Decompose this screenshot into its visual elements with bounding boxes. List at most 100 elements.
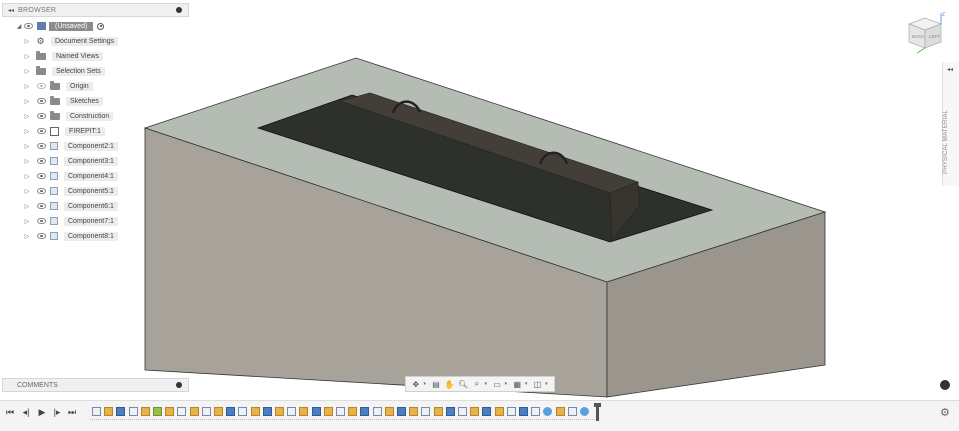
timeline-feature-icon[interactable] [153,407,162,416]
physical-material-panel[interactable]: ◂◂ PHYSICAL MATERIAL [942,62,959,186]
expand-right-icon[interactable]: ▷ [22,218,32,225]
zoom-window-icon[interactable]: ⌕ [471,379,483,389]
tree-item[interactable]: ▷ Named Views [22,50,104,62]
eye-icon[interactable] [37,233,46,239]
chat-bubble-icon[interactable] [940,380,950,390]
timeline-feature-icon[interactable] [384,407,394,416]
tree-item[interactable]: ▷ Selection Sets [22,65,105,77]
browser-panel-header[interactable]: ◂◂ BROWSER [2,3,189,17]
eye-icon[interactable] [37,98,46,104]
eye-icon[interactable] [37,113,46,119]
play-icon[interactable]: ▶ [37,407,47,417]
pan-icon[interactable]: ✋ [444,379,456,389]
timeline-feature-icon[interactable] [238,407,248,416]
timeline-feature-icon[interactable] [262,407,272,416]
eye-icon[interactable] [37,158,46,164]
eye-icon[interactable] [37,143,46,149]
timeline-feature-icon[interactable] [189,407,199,416]
go-to-start-icon[interactable]: ⏮ [5,407,15,417]
orbit-icon[interactable]: ✥ [410,379,422,389]
timeline-feature-icon[interactable] [543,407,553,416]
tree-item[interactable]: ▷ Component4:1 [22,170,118,182]
timeline-feature-icon[interactable] [421,407,431,416]
tree-item[interactable]: ▷ Component5:1 [22,185,118,197]
eye-icon[interactable] [37,188,46,194]
eye-icon[interactable] [37,173,46,179]
timeline-feature-icon[interactable] [250,407,260,416]
expand-right-icon[interactable]: ▷ [22,158,32,165]
panel-pin-icon[interactable] [176,7,182,13]
timeline-feature-icon[interactable] [201,407,211,416]
timeline-feature-icon[interactable] [348,407,358,416]
viewports-icon[interactable]: ◫ [532,379,544,389]
display-settings-icon[interactable]: ▭ [491,379,503,389]
model-scene[interactable] [0,0,959,400]
expand-down-icon[interactable]: ◢ [14,23,24,30]
expand-right-icon[interactable]: ▷ [22,128,32,135]
zoom-icon[interactable]: 🔍︎ [457,379,469,389]
tree-item[interactable]: ▷ Component6:1 [22,200,118,212]
timeline-feature-icon[interactable] [165,407,175,416]
timeline-feature-icon[interactable] [311,407,321,416]
expand-right-icon[interactable]: ▷ [22,98,32,105]
grid-icon[interactable]: ▦ [511,379,523,389]
canvas-viewport[interactable] [0,0,959,400]
tree-item[interactable]: ▷ ⚙ Document Settings [22,35,119,47]
expand-right-icon[interactable]: ▷ [22,38,32,45]
tree-item[interactable]: ▷ Component2:1 [22,140,118,152]
tree-item[interactable]: ▷ Component7:1 [22,215,118,227]
timeline-feature-icon[interactable] [409,407,419,416]
timeline-feature-icon[interactable] [494,407,504,416]
eye-icon[interactable] [37,128,46,134]
tree-item[interactable]: ▷ FIREPIT:1 [22,125,105,137]
timeline-feature-icon[interactable] [531,407,541,416]
tree-root[interactable]: ◢ (Unsaved) [14,20,105,32]
expand-right-icon[interactable]: ▷ [22,68,32,75]
step-back-icon[interactable]: ◂| [21,407,31,417]
expand-right-icon[interactable]: ▷ [22,53,32,60]
chevron-down-icon[interactable]: ▾ [423,381,428,387]
eye-icon[interactable] [37,203,46,209]
viewcube[interactable]: BACK LEFT Z [903,10,947,54]
go-to-end-icon[interactable]: ⏭ [67,407,77,417]
chevron-down-icon[interactable]: ▾ [545,381,550,387]
timeline-feature-icon[interactable] [580,407,589,416]
timeline-track[interactable] [90,419,595,422]
timeline-feature-icon[interactable] [177,407,187,416]
tree-item[interactable]: ▷ Origin [22,80,93,92]
timeline-feature-icon[interactable] [433,407,443,416]
timeline-marker[interactable] [594,403,601,421]
comments-panel[interactable]: COMMENTS [2,378,189,392]
activate-radio-icon[interactable] [97,22,105,30]
tree-item[interactable]: ▷ Component8:1 [22,230,118,242]
timeline-feature-icon[interactable] [555,407,565,416]
timeline-feature-icon[interactable] [226,407,236,416]
expand-right-icon[interactable]: ▷ [22,173,32,180]
timeline-feature-icon[interactable] [470,407,480,416]
chevron-down-icon[interactable]: ▾ [505,381,510,387]
timeline-feature-icon[interactable] [445,407,455,416]
step-forward-icon[interactable]: |▸ [52,407,62,417]
timeline-feature-icon[interactable] [287,407,297,416]
gear-icon[interactable]: ⚙ [940,406,950,419]
timeline-feature-icon[interactable] [567,407,577,416]
expand-right-icon[interactable]: ▷ [22,113,32,120]
tree-item[interactable]: ▷ Component3:1 [22,155,118,167]
comments-add-icon[interactable] [176,382,182,388]
timeline-feature-icon[interactable] [275,407,284,416]
tree-item[interactable]: ▷ Sketches [22,95,103,107]
timeline-feature-icon[interactable] [372,407,382,416]
timeline-feature-icon[interactable] [458,407,467,416]
tree-item[interactable]: ▷ Construction [22,110,114,122]
timeline-feature-icon[interactable] [506,407,516,416]
timeline-feature-icon[interactable] [116,407,126,416]
timeline-feature-icon[interactable] [92,407,101,416]
expand-right-icon[interactable]: ▷ [22,83,32,90]
chevron-down-icon[interactable]: ▾ [525,381,530,387]
expand-right-icon[interactable]: ▷ [22,203,32,210]
timeline-feature-icon[interactable] [214,407,223,416]
double-chevron-left-icon[interactable]: ◂◂ [6,7,16,14]
timeline-feature-icon[interactable] [482,407,492,416]
timeline-feature-icon[interactable] [299,407,309,416]
timeline-feature-icon[interactable] [140,407,150,416]
